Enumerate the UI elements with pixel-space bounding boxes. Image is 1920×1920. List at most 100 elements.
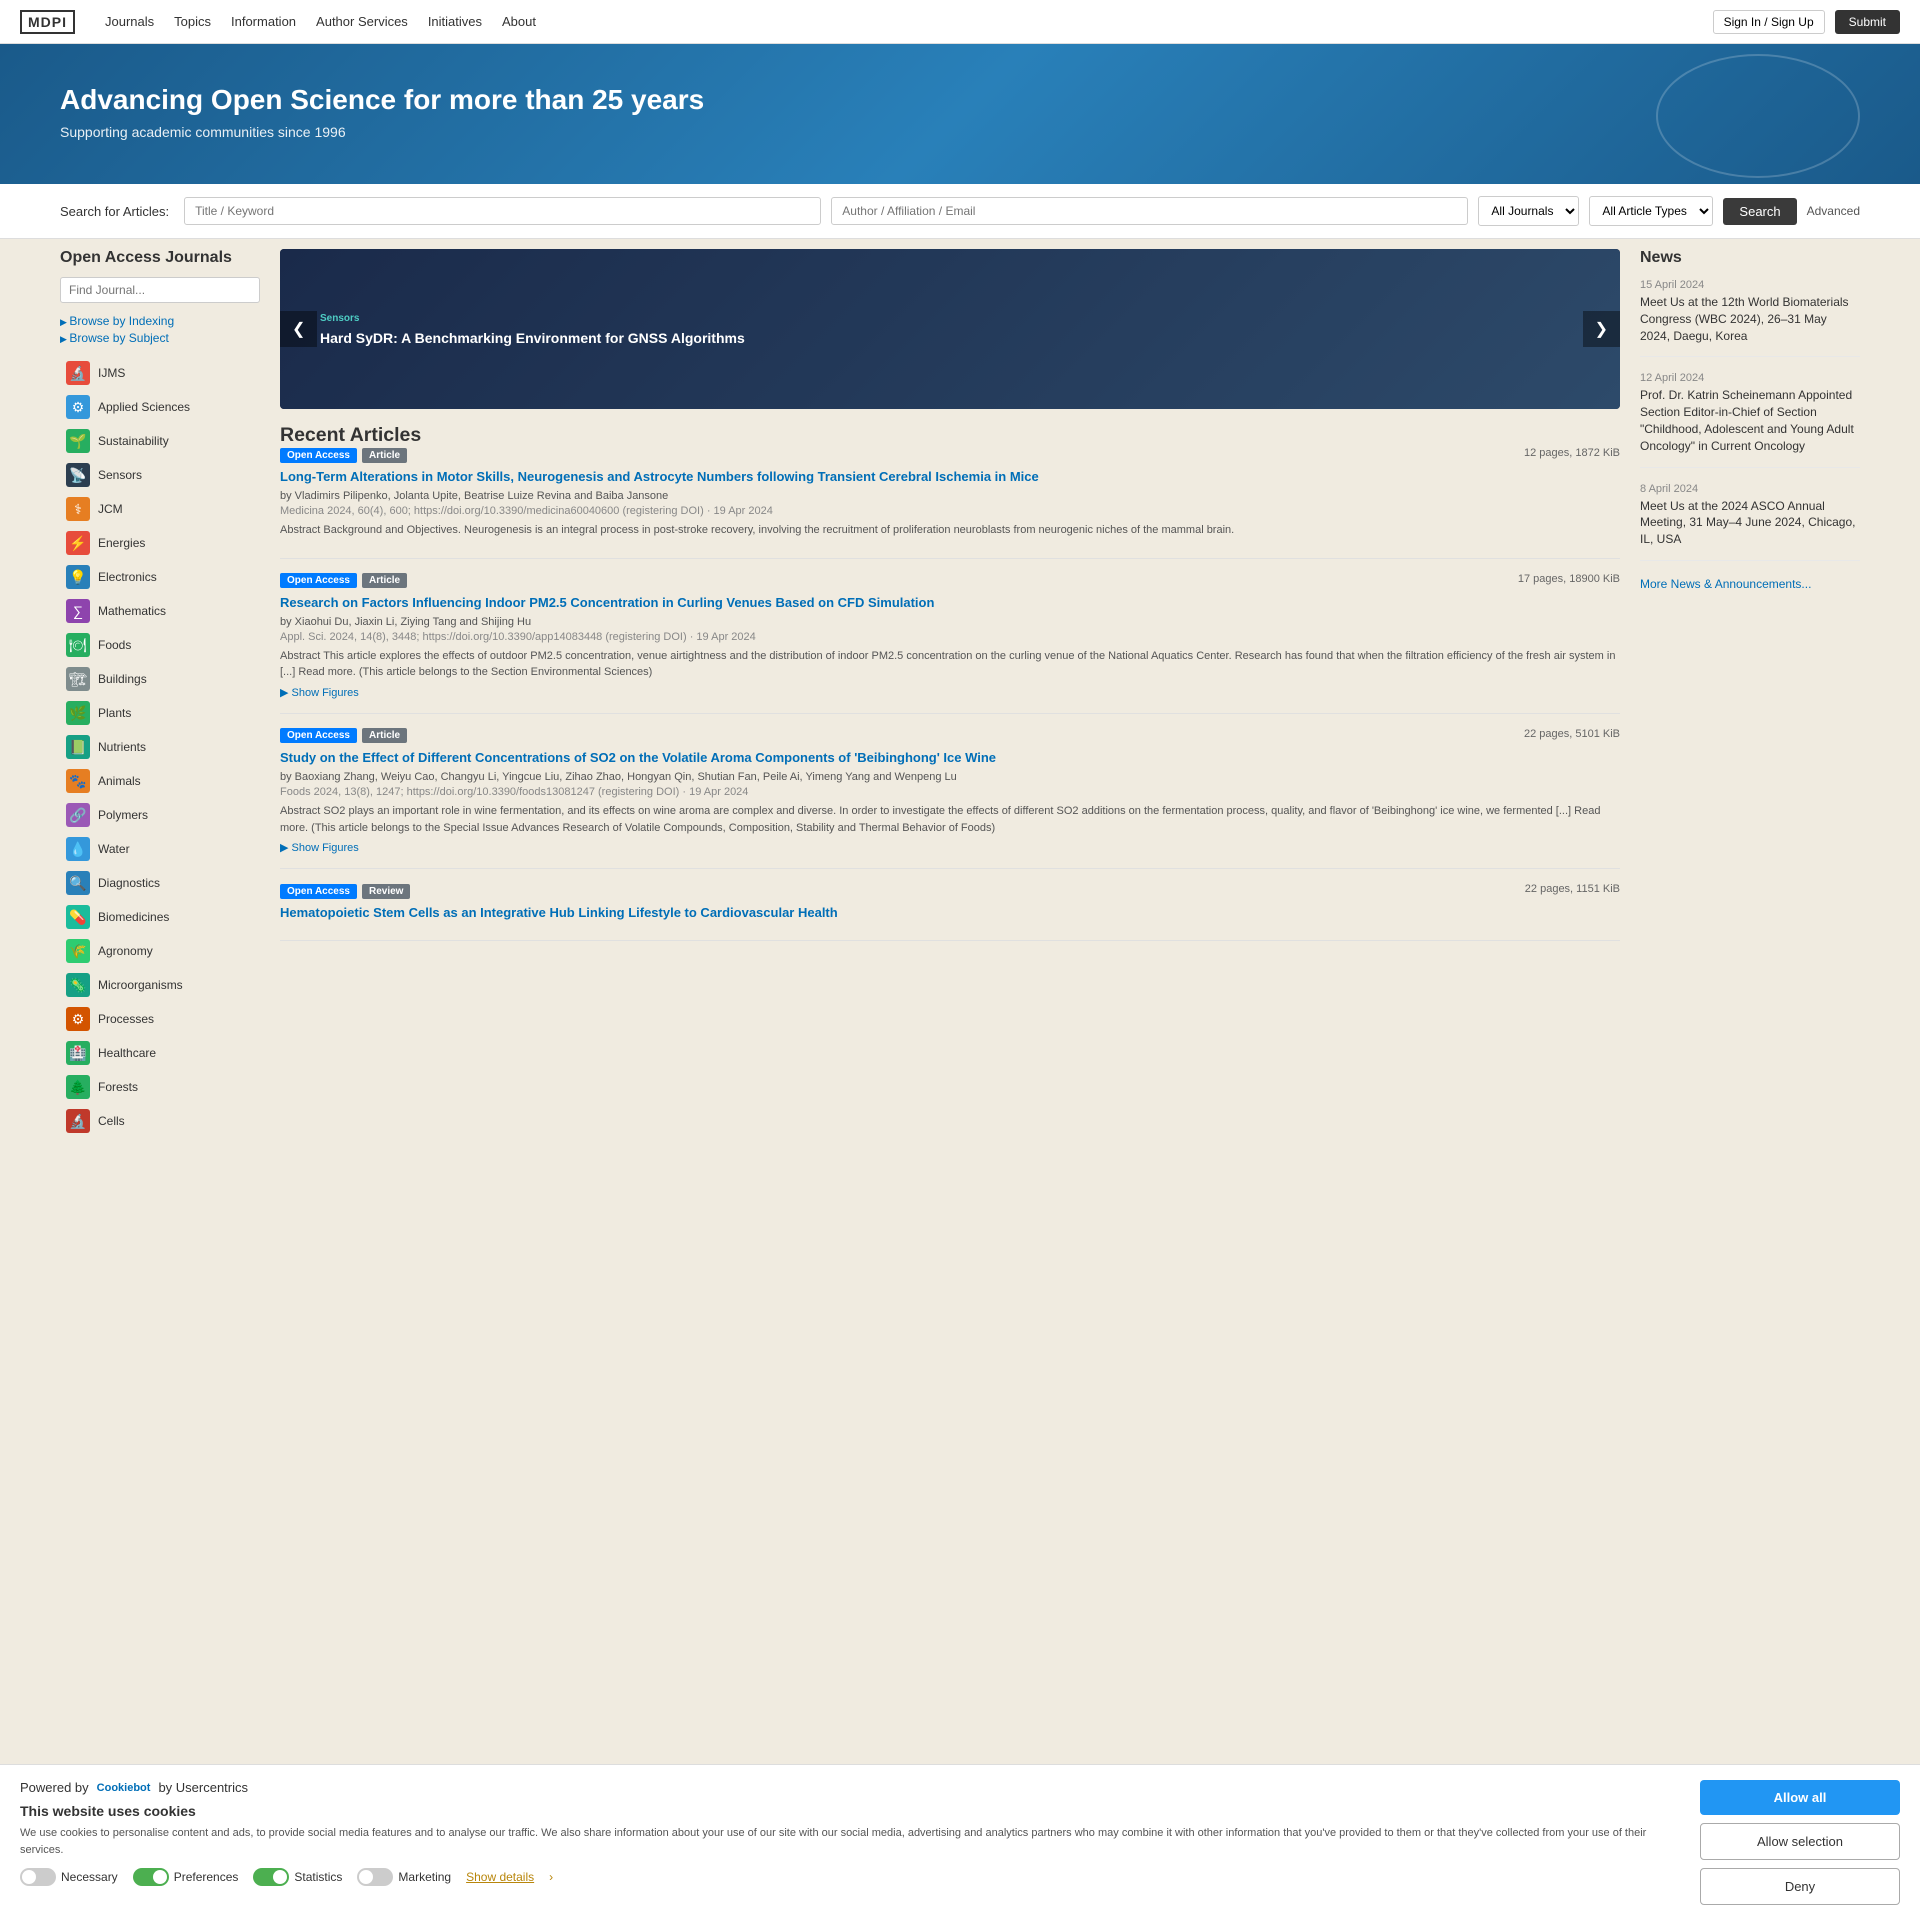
show-figures-link[interactable]: Show Figures: [280, 841, 1620, 854]
subject-icon: 🌿: [66, 701, 90, 725]
sidebar-item-mathematics[interactable]: ∑Mathematics: [60, 595, 260, 627]
article-type-badge: Article: [362, 448, 407, 463]
signin-button[interactable]: Sign In / Sign Up: [1713, 10, 1825, 34]
article-abstract: Abstract Background and Objectives. Neur…: [280, 522, 1620, 539]
sidebar-item-applied-sciences[interactable]: ⚙Applied Sciences: [60, 391, 260, 423]
subject-label: Biomedicines: [98, 910, 169, 924]
show-figures-link[interactable]: Show Figures: [280, 686, 1620, 699]
sidebar-item-buildings[interactable]: 🏗Buildings: [60, 663, 260, 695]
article-title-link[interactable]: Long-Term Alterations in Motor Skills, N…: [280, 468, 1620, 486]
sidebar-item-sustainability[interactable]: 🌱Sustainability: [60, 425, 260, 457]
nav-information[interactable]: Information: [231, 14, 296, 29]
nav-topics[interactable]: Topics: [174, 14, 211, 29]
sidebar-item-biomedicines[interactable]: 💊Biomedicines: [60, 901, 260, 933]
sidebar-item-animals[interactable]: 🐾Animals: [60, 765, 260, 797]
marketing-label: Marketing: [398, 1870, 451, 1884]
browse-by-indexing[interactable]: Browse by Indexing: [60, 314, 260, 328]
nav-about[interactable]: About: [502, 14, 536, 29]
more-news-link[interactable]: More News & Announcements...: [1640, 577, 1811, 591]
journals-select[interactable]: All Journals: [1478, 196, 1579, 226]
subject-icon: 🔬: [66, 1109, 90, 1133]
sidebar-item-microorganisms[interactable]: 🦠 Microorganisms: [60, 969, 260, 1001]
sidebar-item-jcm[interactable]: ⚕ JCM: [60, 493, 260, 525]
sidebar-item-plants[interactable]: 🌿 Plants: [60, 697, 260, 729]
news-container: 15 April 2024Meet Us at the 12th World B…: [1640, 279, 1860, 561]
powered-by-label: Powered by: [20, 1780, 89, 1795]
subject-icon: ⚕: [66, 497, 90, 521]
subject-icon: 🏥: [66, 1041, 90, 1065]
news-date: 15 April 2024: [1640, 279, 1860, 291]
sidebar-item-water[interactable]: 💧Water: [60, 833, 260, 865]
subject-icon: 🔍: [66, 871, 90, 895]
nav-journals[interactable]: Journals: [105, 14, 154, 29]
nav-author-services[interactable]: Author Services: [316, 14, 408, 29]
article-types-select[interactable]: All Article Types: [1589, 196, 1713, 226]
subject-icon: 📡: [66, 463, 90, 487]
search-title-input[interactable]: [184, 197, 821, 225]
advanced-search-button[interactable]: Advanced: [1807, 204, 1860, 218]
subject-icon: 🔬: [66, 361, 90, 385]
article-title-link[interactable]: Study on the Effect of Different Concent…: [280, 749, 1620, 767]
marketing-toggle[interactable]: [357, 1868, 393, 1886]
carousel-right-arrow[interactable]: ❯: [1583, 311, 1620, 347]
search-author-input[interactable]: [831, 197, 1468, 225]
subject-icon: 🔗: [66, 803, 90, 827]
sidebar-item-electronics[interactable]: 💡Electronics: [60, 561, 260, 593]
marketing-control: Marketing: [357, 1868, 451, 1886]
allow-all-button[interactable]: Allow all: [1700, 1780, 1900, 1815]
subject-label: JCM: [98, 502, 123, 516]
necessary-toggle[interactable]: [20, 1868, 56, 1886]
subject-icon: 💡: [66, 565, 90, 589]
deny-button[interactable]: Deny: [1700, 1868, 1900, 1905]
sidebar-item-sensors[interactable]: 📡 Sensors: [60, 459, 260, 491]
preferences-toggle[interactable]: [133, 1868, 169, 1886]
article-type-badge: Article: [362, 573, 407, 588]
cookiebot-logo: Cookiebot: [97, 1782, 151, 1794]
article-badges: Open AccessArticle12 pages, 1872 KiB: [280, 447, 1620, 463]
search-label: Search for Articles:: [60, 204, 169, 219]
sidebar-item-polymers[interactable]: 🔗Polymers: [60, 799, 260, 831]
news-panel: News 15 April 2024Meet Us at the 12th Wo…: [1640, 249, 1860, 1137]
sidebar-item-healthcare[interactable]: 🏥 Healthcare: [60, 1037, 260, 1069]
news-item: 15 April 2024Meet Us at the 12th World B…: [1640, 279, 1860, 357]
main-content: Open Access Journals Browse by Indexing …: [0, 249, 1920, 1137]
search-button[interactable]: Search: [1723, 198, 1796, 225]
necessary-knob: [22, 1870, 36, 1884]
submit-button[interactable]: Submit: [1835, 10, 1900, 34]
carousel-title: Hard SyDR: A Benchmarking Environment fo…: [320, 330, 1580, 346]
news-text: Prof. Dr. Katrin Scheinemann Appointed S…: [1640, 387, 1860, 454]
sidebar-item-cells[interactable]: 🔬Cells: [60, 1105, 260, 1137]
browse-by-subject[interactable]: Browse by Subject: [60, 331, 260, 345]
statistics-control: Statistics: [253, 1868, 342, 1886]
sidebar-item-forests[interactable]: 🌲Forests: [60, 1071, 260, 1103]
sidebar-item-diagnostics[interactable]: 🔍Diagnostics: [60, 867, 260, 899]
subject-label: Healthcare: [98, 1046, 156, 1060]
allow-selection-button[interactable]: Allow selection: [1700, 1823, 1900, 1860]
subject-label: Plants: [98, 706, 131, 720]
article-title-link[interactable]: Hematopoietic Stem Cells as an Integrati…: [280, 904, 1620, 922]
cookie-buttons: Allow all Allow selection Deny: [1700, 1780, 1900, 1905]
sidebar-item-energies[interactable]: ⚡Energies: [60, 527, 260, 559]
article-title-link[interactable]: Research on Factors Influencing Indoor P…: [280, 594, 1620, 612]
preferences-label: Preferences: [174, 1870, 239, 1884]
subject-label: Microorganisms: [98, 978, 183, 992]
subject-label: Foods: [98, 638, 131, 652]
subject-icon: 💧: [66, 837, 90, 861]
sidebar-item-foods[interactable]: 🍽Foods: [60, 629, 260, 661]
subject-icon: 🦠: [66, 973, 90, 997]
open-access-badge: Open Access: [280, 728, 357, 743]
browse-links: Browse by Indexing Browse by Subject: [60, 314, 260, 345]
statistics-toggle[interactable]: [253, 1868, 289, 1886]
carousel-left-arrow[interactable]: ❮: [280, 311, 317, 347]
subject-label: Sensors: [98, 468, 142, 482]
sidebar-item-agronomy[interactable]: 🌾Agronomy: [60, 935, 260, 967]
sidebar-item-processes[interactable]: ⚙Processes: [60, 1003, 260, 1035]
by-label: by Usercentrics: [158, 1780, 248, 1795]
subject-icon: 📗: [66, 735, 90, 759]
article-journal-info: Medicina 2024, 60(4), 600; https://doi.o…: [280, 505, 1620, 517]
nav-initiatives[interactable]: Initiatives: [428, 14, 482, 29]
find-journal-input[interactable]: [60, 277, 260, 303]
sidebar-item-ijms[interactable]: 🔬IJMS: [60, 357, 260, 389]
show-details-link[interactable]: Show details: [466, 1870, 534, 1884]
sidebar-item-nutrients[interactable]: 📗Nutrients: [60, 731, 260, 763]
